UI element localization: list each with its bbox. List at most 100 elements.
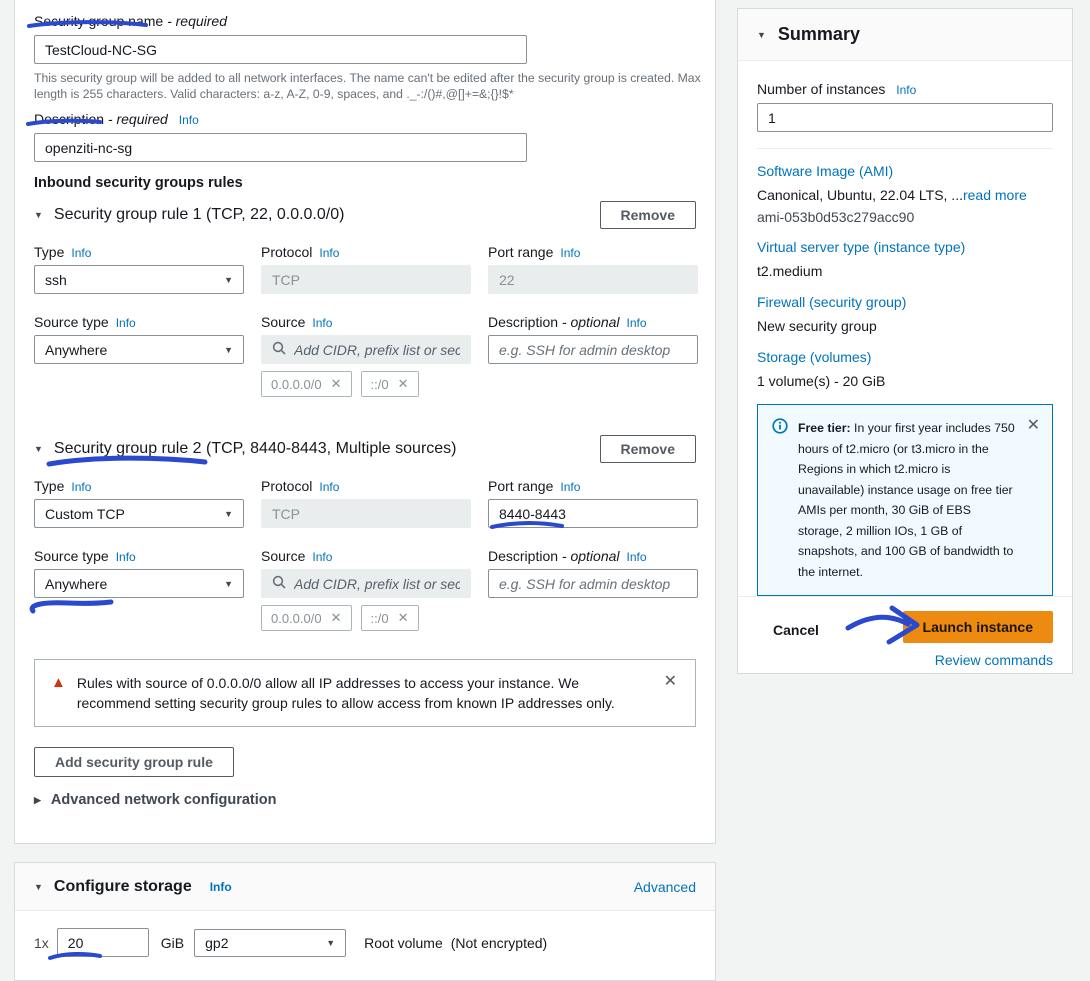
remove-chip-icon[interactable]: ✕: [398, 610, 409, 626]
rule-description-info-link[interactable]: Info: [627, 316, 647, 330]
caret-down-icon: ▼: [326, 938, 335, 948]
protocol-info-link[interactable]: Info: [319, 480, 339, 494]
security-group-name-label: Security group name - required: [34, 13, 696, 31]
rule-2-toggle[interactable]: ▼ Security group rule 2 (TCP, 8440-8443,…: [34, 440, 457, 458]
free-tier-text: Free tier: In your first year includes 7…: [798, 418, 1017, 582]
volume-type-select[interactable]: gp2 ▼: [194, 929, 346, 957]
security-group-name-input[interactable]: [34, 35, 527, 64]
encryption-status-label: (Not encrypted): [451, 935, 547, 951]
instances-info-link[interactable]: Info: [896, 83, 916, 97]
storage-volumes-link[interactable]: Storage (volumes): [757, 349, 871, 365]
firewall-section: Firewall (security group) New security g…: [757, 294, 1053, 335]
software-image-link[interactable]: Software Image (AMI): [757, 163, 893, 179]
protocol-label: Protocol: [261, 244, 312, 260]
rule-1-remove-button[interactable]: Remove: [600, 201, 696, 229]
port-range-label: Port range: [488, 244, 553, 260]
rule-1-protocol-field: TCP: [261, 265, 471, 294]
configure-storage-toggle[interactable]: ▼ Configure storage Info: [34, 878, 232, 896]
caret-down-icon: ▼: [224, 345, 233, 355]
rule-1-type-select[interactable]: ssh ▼: [34, 265, 244, 294]
protocol-info-link[interactable]: Info: [319, 246, 339, 260]
rule-2-port-input[interactable]: [488, 499, 698, 528]
summary-footer: Cancel Launch instance Review commands: [738, 596, 1072, 684]
caret-down-icon: ▼: [224, 275, 233, 285]
open-cidr-warning: ▲︎ Rules with source of 0.0.0.0/0 allow …: [34, 659, 696, 727]
description-label: Description - required Info: [34, 111, 696, 129]
cancel-button[interactable]: Cancel: [773, 611, 819, 641]
rule-2-remove-button[interactable]: Remove: [600, 435, 696, 463]
number-of-instances-input[interactable]: [757, 103, 1053, 132]
volume-unit-label: GiB: [161, 935, 184, 951]
number-of-instances-label: Number of instances: [757, 81, 885, 97]
rule-description-label: Description: [488, 548, 558, 564]
storage-info-link[interactable]: Info: [210, 880, 232, 894]
rule-1-title: Security group rule 1 (TCP, 22, 0.0.0.0/…: [54, 206, 345, 224]
chevron-down-icon: ▼: [34, 210, 43, 220]
rule-2-description-input[interactable]: [488, 569, 698, 598]
security-group-rule-1: ▼ Security group rule 1 (TCP, 22, 0.0.0.…: [34, 201, 696, 397]
launch-instance-button[interactable]: Launch instance: [903, 611, 1053, 643]
rule-2-type-select[interactable]: Custom TCP ▼: [34, 499, 244, 528]
source-type-label: Source type: [34, 314, 109, 330]
rule-1-source-type-select[interactable]: Anywhere ▼: [34, 335, 244, 364]
configure-storage-panel: ▼ Configure storage Info Advanced 1x GiB…: [14, 862, 716, 981]
rule-2-source-input[interactable]: Add CIDR, prefix list or security: [261, 569, 471, 598]
source-info-link[interactable]: Info: [312, 550, 332, 564]
chevron-down-icon: ▼: [757, 30, 766, 40]
instance-type-section: Virtual server type (instance type) t2.m…: [757, 239, 1053, 280]
summary-toggle[interactable]: ▼ Summary: [738, 9, 1072, 61]
search-icon: [272, 341, 286, 358]
firewall-link[interactable]: Firewall (security group): [757, 294, 906, 310]
type-info-link[interactable]: Info: [71, 480, 91, 494]
source-label: Source: [261, 314, 305, 330]
required-suffix: - required: [167, 13, 227, 29]
rule-1-source-chips: 0.0.0.0/0 ✕ ::/0 ✕: [261, 371, 471, 397]
ami-id: ami-053b0d53c279acc90: [757, 209, 1053, 225]
remove-chip-icon[interactable]: ✕: [331, 376, 342, 392]
add-security-group-rule-button[interactable]: Add security group rule: [34, 747, 234, 777]
source-type-info-link[interactable]: Info: [116, 550, 136, 564]
volume-size-input[interactable]: [57, 928, 149, 957]
port-range-info-link[interactable]: Info: [560, 246, 580, 260]
description-input[interactable]: [34, 133, 527, 162]
port-range-info-link[interactable]: Info: [560, 480, 580, 494]
type-info-link[interactable]: Info: [71, 246, 91, 260]
rule-1-source-input[interactable]: Add CIDR, prefix list or security: [261, 335, 471, 364]
firewall-value: New security group: [757, 317, 1053, 335]
close-icon[interactable]: ✕: [1027, 418, 1040, 582]
remove-chip-icon[interactable]: ✕: [398, 376, 409, 392]
source-info-link[interactable]: Info: [312, 316, 332, 330]
close-icon[interactable]: ✕: [664, 674, 677, 690]
summary-title: Summary: [778, 24, 860, 45]
rule-2-protocol-field: TCP: [261, 499, 471, 528]
software-image-value: Canonical, Ubuntu, 22.04 LTS, ...: [757, 187, 963, 203]
read-more-link[interactable]: read more: [963, 186, 1027, 204]
root-volume-label: Root volume: [364, 935, 443, 951]
review-commands-link[interactable]: Review commands: [935, 652, 1053, 668]
free-tier-notice: Free tier: In your first year includes 7…: [757, 404, 1053, 596]
summary-panel: ▼ Summary Number of instances Info Softw…: [737, 8, 1073, 674]
remove-chip-icon[interactable]: ✕: [331, 610, 342, 626]
volume-count-label: 1x: [34, 935, 49, 951]
rule-description-info-link[interactable]: Info: [627, 550, 647, 564]
instance-type-link[interactable]: Virtual server type (instance type): [757, 239, 965, 255]
rule-1-description-input[interactable]: [488, 335, 698, 364]
network-settings-panel: Security group name - required This secu…: [14, 0, 716, 844]
type-label: Type: [34, 478, 64, 494]
warning-text: Rules with source of 0.0.0.0/0 allow all…: [77, 673, 643, 713]
inbound-rules-title: Inbound security groups rules: [34, 175, 696, 191]
caret-down-icon: ▼: [224, 509, 233, 519]
port-range-label: Port range: [488, 478, 553, 494]
description-info-link[interactable]: Info: [179, 113, 199, 127]
type-label: Type: [34, 244, 64, 260]
caret-down-icon: ▼: [224, 579, 233, 589]
storage-volumes-value: 1 volume(s) - 20 GiB: [757, 372, 1053, 390]
software-image-section: Software Image (AMI) Canonical, Ubuntu, …: [757, 163, 1053, 225]
rule-1-toggle[interactable]: ▼ Security group rule 1 (TCP, 22, 0.0.0.…: [34, 206, 344, 224]
chevron-right-icon: ▶: [34, 795, 41, 806]
advanced-network-configuration-toggle[interactable]: ▶ Advanced network configuration: [34, 792, 696, 808]
source-type-info-link[interactable]: Info: [116, 316, 136, 330]
rule-2-source-type-select[interactable]: Anywhere ▼: [34, 569, 244, 598]
storage-advanced-link[interactable]: Advanced: [634, 879, 696, 895]
protocol-label: Protocol: [261, 478, 312, 494]
